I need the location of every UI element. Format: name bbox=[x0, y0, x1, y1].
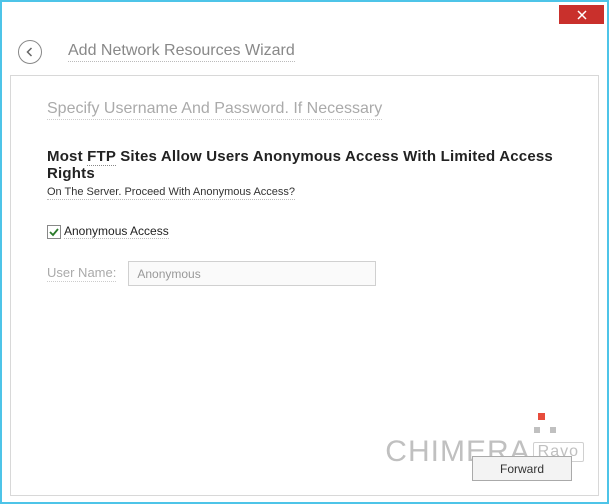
watermark-dots bbox=[534, 413, 560, 433]
username-label: User Name: bbox=[47, 265, 116, 282]
info-bold-line: Most FTP Sites Allow Users Anonymous Acc… bbox=[47, 148, 598, 182]
content-panel: Specify Username And Password. If Necess… bbox=[10, 75, 599, 496]
checkmark-icon bbox=[49, 227, 59, 237]
header-bar: Add Network Resources Wizard bbox=[4, 29, 605, 75]
forward-button[interactable]: Forward bbox=[472, 456, 572, 481]
anonymous-checkbox-row: Anonymous Access bbox=[47, 224, 598, 239]
username-row: User Name: bbox=[47, 261, 598, 286]
close-icon bbox=[577, 10, 587, 20]
close-button[interactable] bbox=[559, 5, 604, 24]
ftp-text: FTP bbox=[87, 148, 116, 166]
arrow-left-icon bbox=[24, 46, 36, 58]
username-input[interactable] bbox=[128, 261, 376, 286]
back-button[interactable] bbox=[18, 40, 42, 64]
bold-rest: Sites Allow Users Anonymous Access With … bbox=[47, 148, 553, 182]
section-heading: Specify Username And Password. If Necess… bbox=[47, 100, 382, 120]
bold-prefix: Most bbox=[47, 148, 87, 165]
anonymous-checkbox-label[interactable]: Anonymous Access bbox=[64, 224, 169, 239]
wizard-title: Add Network Resources Wizard bbox=[68, 42, 295, 62]
anonymous-checkbox[interactable] bbox=[47, 225, 61, 239]
info-sub-line: On The Server. Proceed With Anonymous Ac… bbox=[47, 186, 295, 200]
